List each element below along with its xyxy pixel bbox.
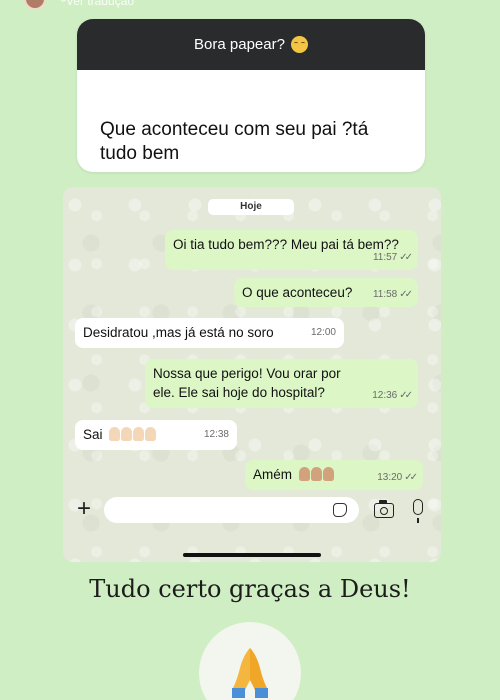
message-text: Nossa que perigo! Vou orar por ele. Ele … [153, 366, 341, 400]
emoji-sticker[interactable] [199, 622, 301, 700]
raising-hands-icon [109, 425, 157, 444]
story-caption: Tudo certo graças a Deus! [89, 575, 411, 603]
chat-message-incoming[interactable]: Sai 12:38 [75, 420, 237, 450]
message-meta: 11:57 ✓✓ [372, 248, 413, 267]
chat-message-outgoing[interactable]: Oi tia tudo bem??? Meu pai tá bem?? 11:5… [165, 230, 418, 270]
chat-message-outgoing[interactable]: Amém 13:20 ✓✓ [245, 460, 423, 490]
question-sticker[interactable]: Bora papear? Que aconteceu com seu pai ?… [77, 19, 425, 172]
chat-screenshot: Hoje Oi tia tudo bem??? Meu pai tá bem??… [63, 187, 441, 562]
sticker-icon[interactable] [333, 503, 347, 517]
chat-message-incoming[interactable]: Desidratou ,mas já está no soro 12:00 [75, 318, 344, 348]
chat-message-outgoing[interactable]: O que aconteceu? 11:58 ✓✓ [234, 278, 418, 307]
message-meta: 11:58 ✓✓ [372, 285, 413, 304]
camera-icon[interactable] [374, 500, 394, 518]
message-time: 12:38 [203, 429, 229, 440]
message-text: Oi tia tudo bem??? Meu pai tá bem?? [173, 237, 399, 252]
question-answer: Que aconteceu com seu pai ?tá tudo bem [100, 119, 369, 164]
message-meta: 12:36 ✓✓ [372, 386, 413, 405]
story-header: ⟲ Ver tradução [0, 0, 500, 12]
message-time: 11:57 [372, 252, 398, 263]
microphone-icon[interactable] [413, 499, 423, 523]
message-time: 12:36 [372, 390, 398, 401]
day-separator: Hoje [208, 199, 294, 215]
message-text: Amém [253, 467, 293, 482]
folded-hands-icon [298, 465, 335, 484]
message-time: 13:20 [377, 472, 403, 483]
message-text: Desidratou ,mas já está no soro [83, 325, 274, 340]
message-composer: + [63, 493, 441, 529]
chat-message-outgoing[interactable]: Nossa que perigo! Vou orar por ele. Ele … [145, 359, 418, 408]
question-sticker-title: Bora papear? [194, 36, 285, 53]
avatar[interactable] [24, 0, 46, 10]
translate-link[interactable]: Ver tradução [66, 0, 134, 8]
folded-hands-icon [232, 648, 268, 698]
read-ticks-icon: ✓✓ [399, 252, 413, 263]
home-indicator [183, 553, 321, 557]
message-text: Sai [83, 427, 103, 442]
message-text: O que aconteceu? [242, 285, 353, 300]
read-ticks-icon: ✓✓ [399, 390, 413, 401]
message-time: 11:58 [372, 289, 398, 300]
question-sticker-header: Bora papear? [77, 19, 425, 70]
relieved-face-icon [290, 36, 308, 53]
message-meta: 13:20 ✓✓ [377, 468, 418, 487]
plus-icon[interactable]: + [73, 497, 95, 521]
read-ticks-icon: ✓✓ [399, 289, 413, 300]
read-ticks-icon: ✓✓ [404, 472, 418, 483]
message-time: 12:00 [310, 327, 336, 338]
message-input[interactable] [104, 497, 359, 523]
